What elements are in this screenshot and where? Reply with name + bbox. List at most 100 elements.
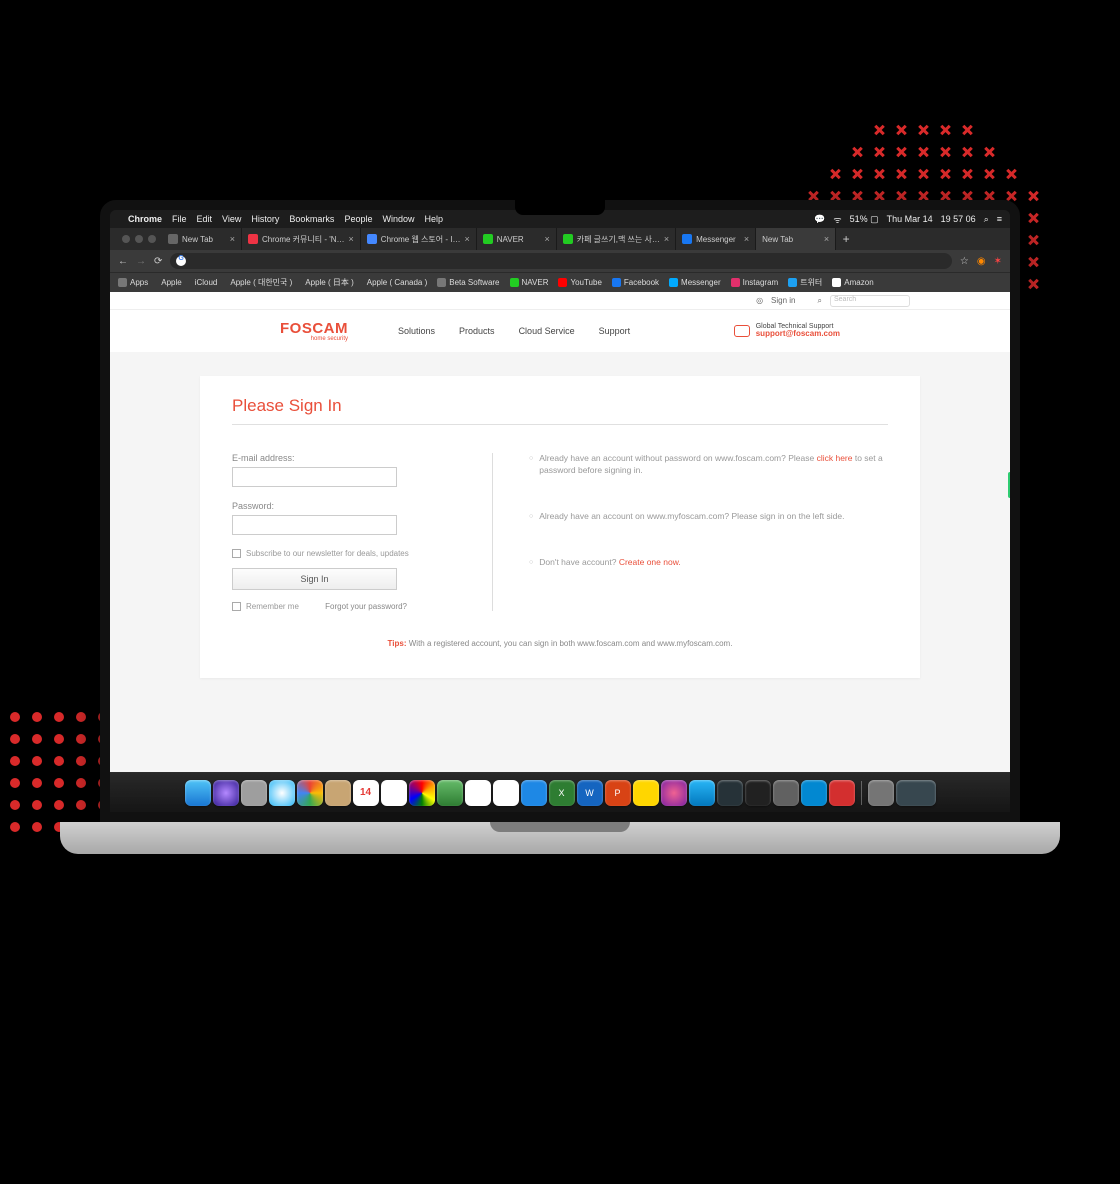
chat-icon[interactable]: 💬	[814, 214, 825, 225]
bookmark-item[interactable]: Apple	[158, 278, 181, 287]
bookmark-item[interactable]: Instagram	[731, 278, 779, 287]
bookmark-item[interactable]: Beta Software	[437, 278, 499, 287]
remember-checkbox[interactable]	[232, 602, 241, 611]
dock-finder-icon[interactable]	[185, 780, 211, 806]
dock-powerpoint-icon[interactable]: P	[605, 780, 631, 806]
close-icon[interactable]: ×	[544, 234, 549, 244]
window-controls[interactable]	[116, 228, 162, 250]
bookmark-item[interactable]: iCloud	[192, 278, 218, 287]
close-icon[interactable]: ×	[744, 234, 749, 244]
dock-excel-icon[interactable]: X	[549, 780, 575, 806]
password-label: Password:	[232, 501, 462, 511]
tab-4[interactable]: 카페 글쓰기,맥 쓰는 사…×	[557, 228, 676, 250]
tab-3[interactable]: NAVER×	[477, 228, 557, 250]
bookmark-item[interactable]: Amazon	[832, 278, 873, 287]
tab-5[interactable]: Messenger×	[676, 228, 756, 250]
dock-minimized-window[interactable]	[896, 780, 936, 806]
menu-window[interactable]: Window	[382, 214, 414, 224]
star-icon[interactable]: ☆	[960, 256, 969, 267]
dock-numbers-icon[interactable]	[493, 780, 519, 806]
menubar-app-name[interactable]: Chrome	[128, 214, 162, 224]
close-icon[interactable]: ×	[349, 234, 354, 244]
support-contact[interactable]: Global Technical Support support@foscam.…	[734, 323, 840, 339]
dock-app-icon[interactable]	[745, 780, 771, 806]
bookmark-item[interactable]: YouTube	[558, 278, 601, 287]
brand-logo[interactable]: FOSCAM home security	[280, 321, 348, 342]
close-icon[interactable]: ×	[464, 234, 469, 244]
info-text-2: Already have an account on www.myfoscam.…	[529, 511, 888, 523]
remember-label: Remember me	[246, 602, 299, 611]
web-page: ◎ Sign in ⌕ Search FOSCAM home security …	[110, 292, 1010, 772]
menu-file[interactable]: File	[172, 214, 187, 224]
dock-app-icon-2[interactable]	[801, 780, 827, 806]
password-field[interactable]	[232, 515, 397, 535]
close-icon[interactable]: ×	[230, 234, 235, 244]
dock-siri-icon[interactable]	[213, 780, 239, 806]
signin-button[interactable]: Sign In	[232, 568, 397, 590]
nav-support[interactable]: Support	[599, 326, 631, 336]
dock-chrome-icon[interactable]	[297, 780, 323, 806]
extension-icon-2[interactable]: ✶	[994, 256, 1002, 267]
newsletter-checkbox[interactable]	[232, 549, 241, 558]
dock-preview-icon[interactable]	[465, 780, 491, 806]
new-tab-button[interactable]: +	[836, 228, 856, 250]
battery-status: 51% ▢	[850, 214, 879, 225]
menu-help[interactable]: Help	[424, 214, 443, 224]
dock-launchpad-icon[interactable]	[241, 780, 267, 806]
forward-button[interactable]: →	[136, 256, 146, 267]
back-button[interactable]: ←	[118, 256, 128, 267]
menu-edit[interactable]: Edit	[197, 214, 213, 224]
bookmark-item[interactable]: Apple ( Canada )	[364, 278, 427, 287]
menu-bookmarks[interactable]: Bookmarks	[289, 214, 334, 224]
menu-list-icon[interactable]: ≡	[997, 214, 1002, 224]
close-icon[interactable]: ×	[664, 234, 669, 244]
forgot-password-link[interactable]: Forgot your password?	[325, 602, 407, 611]
reload-button[interactable]: ⟳	[154, 256, 162, 267]
dock-safari-icon[interactable]	[269, 780, 295, 806]
dock-settings-icon[interactable]	[773, 780, 799, 806]
tab-2[interactable]: Chrome 웹 스토어 - I…×	[361, 228, 477, 250]
bookmark-item[interactable]: Messenger	[669, 278, 721, 287]
dock-steam-icon[interactable]	[717, 780, 743, 806]
dock-contacts-icon[interactable]	[325, 780, 351, 806]
close-icon[interactable]: ×	[824, 234, 829, 244]
mac-dock: 14 X W P	[110, 772, 1010, 812]
email-field[interactable]	[232, 467, 397, 487]
dock-reminders-icon[interactable]	[381, 780, 407, 806]
bookmark-apps[interactable]: Apps	[118, 278, 148, 287]
dock-calendar-icon[interactable]: 14	[353, 780, 379, 806]
click-here-link[interactable]: click here	[817, 453, 853, 463]
tab-1[interactable]: Chrome 커뮤니티 - 'N…×	[242, 228, 361, 250]
bookmark-item[interactable]: Apple ( 日本 )	[302, 277, 353, 288]
spotlight-icon[interactable]: ⌕	[984, 214, 989, 225]
dock-itunes-icon[interactable]	[661, 780, 687, 806]
tab-0[interactable]: New Tab×	[162, 228, 242, 250]
nav-solutions[interactable]: Solutions	[398, 326, 435, 336]
create-account-link[interactable]: Create one now.	[619, 557, 681, 567]
address-bar[interactable]	[170, 253, 952, 269]
menu-people[interactable]: People	[344, 214, 372, 224]
feedback-tab[interactable]	[1008, 472, 1014, 498]
dock-messages-icon[interactable]	[437, 780, 463, 806]
dock-word-icon[interactable]: W	[577, 780, 603, 806]
top-signin-link[interactable]: Sign in	[771, 296, 795, 305]
dock-appstore-icon[interactable]	[689, 780, 715, 806]
extension-icon[interactable]: ◉	[977, 256, 986, 267]
bookmark-item[interactable]: NAVER	[510, 278, 549, 287]
dock-app-icon-3[interactable]	[829, 780, 855, 806]
site-search-input[interactable]: Search	[830, 295, 910, 307]
dock-kakaotalk-icon[interactable]	[633, 780, 659, 806]
bookmark-item[interactable]: 트위터	[788, 277, 822, 288]
tab-6[interactable]: New Tab×	[756, 228, 836, 250]
bookmark-item[interactable]: Facebook	[612, 278, 659, 287]
wifi-icon[interactable]: ᯤ	[833, 213, 841, 226]
nav-cloud-service[interactable]: Cloud Service	[519, 326, 575, 336]
dock-photos-icon[interactable]	[409, 780, 435, 806]
dock-trash-icon[interactable]	[868, 780, 894, 806]
menu-view[interactable]: View	[222, 214, 241, 224]
dock-keynote-icon[interactable]	[521, 780, 547, 806]
bookmark-item[interactable]: Apple ( 대한민국 )	[227, 277, 292, 288]
page-title: Please Sign In	[232, 396, 888, 425]
menu-history[interactable]: History	[251, 214, 279, 224]
nav-products[interactable]: Products	[459, 326, 495, 336]
